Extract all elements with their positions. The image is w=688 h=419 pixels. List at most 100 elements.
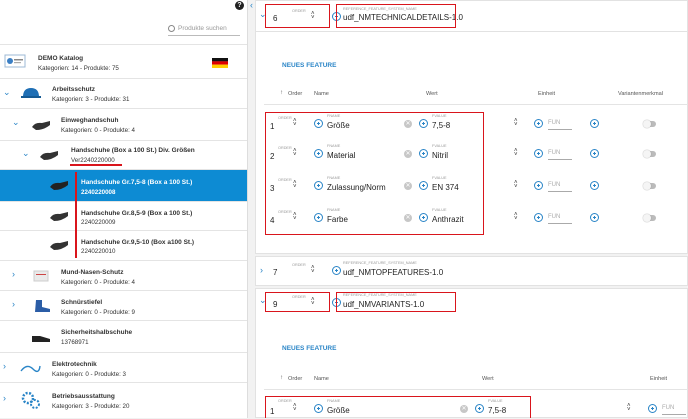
new-feature-link[interactable]: NEUES FEATURE [282,345,336,352]
glove-icon [32,121,50,130]
node-title: Handschuhe Gr.9,5-10 (Box a100 St.) [81,239,195,246]
add-icon[interactable] [590,119,599,128]
add-icon[interactable] [648,404,657,413]
feature-unit-field[interactable]: FUN [662,405,686,415]
glove-icon [50,181,68,190]
chevron-right-icon[interactable]: › [12,299,15,309]
node-sub: 2240220010 [81,248,116,255]
tree-node-handschuhe-95-10[interactable]: Handschuhe Gr.9,5-10 (Box a100 St.) 2240… [0,230,247,260]
chevron-down-icon[interactable]: ⌄ [12,117,20,128]
add-icon[interactable] [534,213,543,222]
variant-toggle[interactable] [643,120,656,128]
collapse-panel-icon[interactable]: ‹ [250,0,253,10]
glove-icon [40,151,58,160]
add-icon[interactable] [590,149,599,158]
node-title: Handschuhe (Box a 100 St.) Div. Größen [71,147,195,154]
new-feature-link[interactable]: NEUES FEATURE [282,62,336,69]
highlight-underline [70,164,122,166]
order-stepper[interactable]: ˄ ˅ [311,265,315,275]
node-title: Elektrotechnik [52,361,97,368]
highlight-vertical-line [75,172,77,258]
tree-node-handschuhe-div[interactable]: ⌄ Handschuhe (Box a 100 St.) Div. Größen… [0,140,247,169]
tree-node-betriebsausstattung[interactable]: › Betriebsausstattung Kategorien: 3 - Pr… [0,382,247,418]
catalog-sub: Kategorien: 14 - Produkte: 75 [38,65,119,72]
sort-asc-icon[interactable]: ↑ [280,90,283,96]
help-icon[interactable]: ? [235,1,244,10]
add-icon[interactable] [590,213,599,222]
feature-unit-field[interactable]: FUN [548,182,572,192]
mask-icon [33,270,49,282]
german-flag-icon[interactable] [212,58,228,68]
add-icon[interactable] [534,181,543,190]
feature-unit-field[interactable]: FUN [548,120,572,130]
value-stepper[interactable]: ˄ ˅ [627,403,631,413]
feature-editor-panel: ⌄ ORDER 6 ˄ ˅ REFERENCE_FEATURE_SYSTEM_NA… [255,0,688,418]
feature-unit-field[interactable]: FUN [548,150,572,160]
tree-node-schnuerstiefel[interactable]: › Schnürstiefel Kategorien: 0 - Produkte… [0,290,247,320]
shoe-icon [32,336,50,342]
ref-system-name-field[interactable]: udf_NMTOPFEATURES-1.0 [343,268,443,277]
chevron-down-icon[interactable]: ⌄ [22,148,30,159]
node-sub: 2240220009 [81,219,116,226]
catalog-root[interactable]: DEMO Katalog Kategorien: 14 - Produkte: … [0,44,247,78]
search-placeholder: Produkte suchen [178,25,227,32]
tree-node-arbeitsschutz[interactable]: ⌄ Arbeitsschutz Kategorien: 3 - Produkte… [0,78,247,108]
highlight-box [336,292,456,312]
tree-toolbar: ? Produkte suchen [0,0,247,44]
node-sub: 2240220008 [81,189,116,196]
chevron-right-icon[interactable]: › [3,361,6,371]
node-sub: Kategorien: 3 - Produkte: 31 [52,96,130,103]
col-header-name: Name [314,91,329,97]
node-title: Schnürstiefel [61,299,103,306]
variant-toggle[interactable] [643,150,656,158]
value-stepper[interactable]: ˄ ˅ [514,118,518,128]
boot-icon [35,300,50,312]
product-search-input[interactable]: Produkte suchen [168,22,240,36]
chevron-right-icon[interactable]: › [3,393,6,403]
add-icon[interactable] [332,266,341,275]
col-header-wert: Wert [482,376,494,382]
chevron-right-icon[interactable]: › [260,265,263,275]
value-stepper[interactable]: ˄ ˅ [514,180,518,190]
tree-node-handschuhe-85-9[interactable]: Handschuhe Gr.8,5-9 (Box a 100 St.) 2240… [0,201,247,230]
variant-toggle[interactable] [643,214,656,222]
node-sub: Kategorien: 0 - Produkte: 4 [61,279,135,286]
node-sub: 13768971 [61,339,89,346]
node-sub: Kategorien: 0 - Produkte: 9 [61,309,135,316]
catalog-logo-icon [4,54,26,68]
group-order-field[interactable]: 7 [273,268,277,277]
glove-icon [50,212,68,221]
value-stepper[interactable]: ˄ ˅ [514,212,518,222]
col-header-einheit: Einheit [538,91,556,97]
highlight-box [265,292,330,312]
highlight-box [265,4,330,28]
chevron-right-icon[interactable]: › [12,269,15,279]
feature-unit-field[interactable]: FUN [548,214,572,224]
tree-node-elektrotechnik[interactable]: › Elektrotechnik Kategorien: 0 - Produkt… [0,352,247,382]
col-header-order[interactable]: Order [288,376,302,382]
col-header-einheit: Einheit [650,376,668,382]
order-label: ORDER [292,263,306,267]
add-icon[interactable] [590,181,599,190]
highlight-box [265,396,531,418]
node-title: Handschuhe Gr.8,5-9 (Box a 100 St.) [81,210,193,217]
chevron-down-icon[interactable]: ⌄ [3,87,11,98]
tree-node-handschuhe-75-8[interactable]: Handschuhe Gr.7,5-8 (Box a 100 St.) 2240… [0,169,247,201]
tree-node-mund-nasen-schutz[interactable]: › Mund-Nasen-Schutz Kategorien: 0 - Prod… [0,260,247,290]
sort-asc-icon[interactable]: ↑ [280,375,283,381]
glove-icon [50,241,68,250]
feature-group-topfeatures: › ORDER 7 ˄ ˅ REFERENCE_FEATURE_SYSTEM_NA… [255,256,688,286]
node-sub: Kategorien: 0 - Produkte: 3 [52,371,126,378]
add-icon[interactable] [534,149,543,158]
highlight-box [336,4,456,28]
add-icon[interactable] [534,119,543,128]
gears-icon [21,391,40,409]
col-header-order[interactable]: Order [288,91,302,97]
tree-node-sicherheitshalbschuhe[interactable]: Sicherheitshalbschuhe 13768971 [0,320,247,352]
tree-node-einweghandschuh[interactable]: ⌄ Einweghandschuh Kategorien: 0 - Produk… [0,108,247,140]
node-sub: Kategorien: 3 - Produkte: 20 [52,403,130,410]
divider [264,104,688,105]
category-tree-panel: ? Produkte suchen DEMO Katalog Kategorie… [0,0,248,418]
value-stepper[interactable]: ˄ ˅ [514,148,518,158]
variant-toggle[interactable] [643,182,656,190]
